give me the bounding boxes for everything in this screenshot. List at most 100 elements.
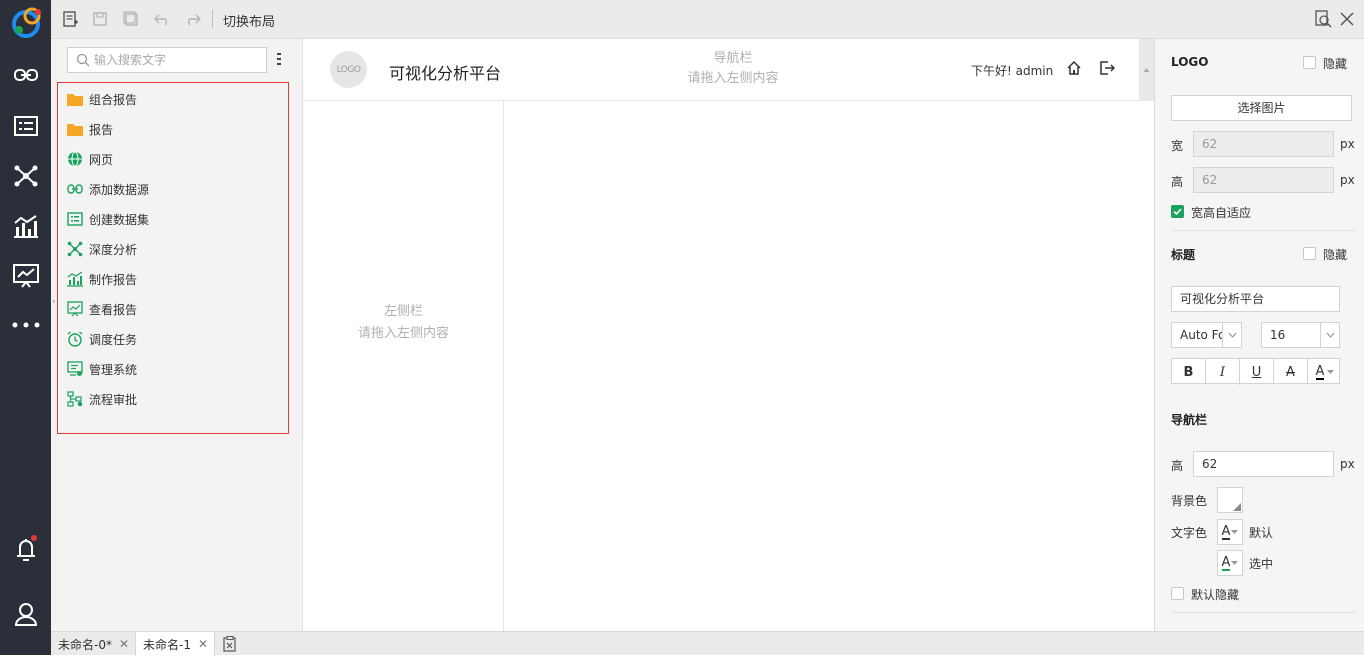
notification-bell-icon[interactable] <box>0 529 51 569</box>
section-divider <box>1171 612 1356 613</box>
tree-item-webpage[interactable]: 网页 <box>67 149 113 169</box>
logo-width-input[interactable]: 62 <box>1193 131 1334 157</box>
make-report-icon[interactable] <box>0 206 51 246</box>
redo-icon[interactable] <box>184 10 202 28</box>
app-logo-icon[interactable] <box>0 2 51 42</box>
select-image-button[interactable]: 选择图片 <box>1171 95 1352 121</box>
left-hint-title: 左侧栏 <box>383 304 423 319</box>
logo-hide-label: 隐藏 <box>1323 57 1348 71</box>
canvas-scrollbar[interactable] <box>1139 39 1154 101</box>
tab-close-icon[interactable]: ✕ <box>119 637 129 651</box>
toolbar-divider <box>212 10 213 28</box>
tree-item-make-report[interactable]: 制作报告 <box>67 269 137 289</box>
more-icon[interactable] <box>0 305 51 345</box>
logo-height-input[interactable]: 62 <box>1193 167 1334 193</box>
tree-item-combined-report[interactable]: 组合报告 <box>67 89 137 109</box>
nav-hint-title: 导航栏 <box>713 51 753 66</box>
home-icon[interactable] <box>1066 60 1082 79</box>
save-icon[interactable] <box>91 10 109 28</box>
datasource-link-icon[interactable] <box>0 55 51 95</box>
tree-item-deep-analysis[interactable]: 深度分析 <box>67 239 137 259</box>
tree-item-admin-system[interactable]: 管理系统 <box>67 359 137 379</box>
chevron-down-icon[interactable] <box>1320 323 1339 347</box>
tree-item-label: 流程审批 <box>89 392 138 407</box>
nav-height-unit: px <box>1340 457 1355 471</box>
auto-fit-label: 宽高自适应 <box>1191 206 1252 220</box>
title-hide-checkbox[interactable] <box>1303 247 1316 260</box>
tree-item-add-datasource[interactable]: 添加数据源 <box>67 179 149 199</box>
tree-item-label: 网页 <box>89 152 114 167</box>
title-text-input[interactable]: 可视化分析平台 <box>1171 286 1340 312</box>
logo-hide-checkbox[interactable] <box>1303 56 1316 69</box>
font-color-glyph: A <box>1315 363 1325 380</box>
selected-color-glyph: A <box>1221 554 1231 571</box>
text-color-glyph: A <box>1221 523 1231 540</box>
caret-down-icon <box>1231 529 1239 534</box>
bg-color-picker[interactable] <box>1217 487 1243 513</box>
close-icon[interactable] <box>1338 10 1356 28</box>
selected-color-picker[interactable]: A <box>1217 550 1243 576</box>
document-tab-bar: 未命名-0* ✕ 未命名-1 ✕ <box>51 631 1364 656</box>
tree-item-label: 制作报告 <box>89 272 138 287</box>
width-label: 宽 <box>1171 139 1184 153</box>
nav-bar-region[interactable]: LOGO 可视化分析平台 导航栏 请拖入左侧内容 下午好! admin <box>303 39 1139 101</box>
tab-untitled-0[interactable]: 未命名-0* ✕ <box>51 632 134 656</box>
nav-height-label: 高 <box>1171 459 1184 473</box>
search-input[interactable] <box>94 51 262 69</box>
new-tab-icon[interactable] <box>222 636 238 655</box>
tab-label: 未命名-1 <box>143 637 191 652</box>
tree-item-workflow-approval[interactable]: 流程审批 <box>67 389 137 409</box>
admin-icon <box>67 361 83 377</box>
checkmark-icon <box>1173 208 1182 216</box>
caret-down-icon <box>1327 369 1335 374</box>
panel-collapse-handle[interactable]: › <box>52 295 58 309</box>
nav-height-input[interactable]: 62 <box>1193 451 1334 477</box>
logout-icon[interactable] <box>1099 60 1116 79</box>
tab-untitled-1[interactable]: 未命名-1 ✕ <box>135 632 215 656</box>
logo-placeholder[interactable]: LOGO <box>330 51 367 88</box>
tree-item-schedule-task[interactable]: 调度任务 <box>67 329 137 349</box>
tab-close-icon[interactable]: ✕ <box>198 637 208 651</box>
tree-item-label: 管理系统 <box>89 362 138 377</box>
text-format-group: B I U A A <box>1171 358 1342 385</box>
dataset-icon <box>67 211 83 227</box>
strikethrough-button[interactable]: A <box>1274 359 1308 385</box>
tree-item-report[interactable]: 报告 <box>67 119 113 139</box>
new-document-icon[interactable] <box>61 10 79 28</box>
italic-button[interactable]: I <box>1206 359 1240 385</box>
deep-analysis-icon[interactable] <box>0 156 51 196</box>
undo-icon[interactable] <box>153 10 171 28</box>
underline-button[interactable]: U <box>1240 359 1274 385</box>
view-report-icon[interactable] <box>0 256 51 296</box>
save-as-icon[interactable] <box>122 10 140 28</box>
left-drop-hint: 左侧栏 请拖入左侧内容 <box>303 301 504 345</box>
title-hide-label: 隐藏 <box>1323 248 1348 262</box>
font-size-value: 16 <box>1270 328 1286 342</box>
switch-layout-button[interactable]: 切换布局 <box>223 11 275 30</box>
text-color-picker[interactable]: A <box>1217 519 1243 545</box>
user-profile-icon[interactable] <box>0 594 51 634</box>
left-sidebar-region[interactable]: 左侧栏 请拖入左侧内容 <box>303 101 504 631</box>
more-menu-icon[interactable] <box>274 51 284 69</box>
globe-icon <box>67 151 83 167</box>
auto-fit-checkbox[interactable] <box>1171 205 1184 218</box>
font-color-button[interactable]: A <box>1308 359 1342 385</box>
left-hint-subtitle: 请拖入左侧内容 <box>357 326 449 341</box>
dataset-icon[interactable] <box>0 106 51 146</box>
logo-section-title: LOGO <box>1171 55 1209 69</box>
chevron-down-icon[interactable] <box>1222 323 1241 347</box>
default-hide-checkbox[interactable] <box>1171 587 1184 600</box>
preview-icon[interactable] <box>1314 10 1332 28</box>
search-box <box>67 47 267 73</box>
folder-icon <box>67 91 83 107</box>
resource-tree: 组合报告 报告 网页 添加数据源 创建数据集 深度分析 制作报告 查看报告 调度… <box>57 82 289 434</box>
tree-item-label: 深度分析 <box>89 242 138 257</box>
site-title[interactable]: 可视化分析平台 <box>389 60 501 84</box>
bold-button[interactable]: B <box>1172 359 1206 385</box>
height-unit: px <box>1340 173 1355 187</box>
properties-panel: LOGO 隐藏 选择图片 宽 62 px 高 62 px 宽高自适应 标题 隐藏… <box>1154 39 1364 631</box>
tree-item-view-report[interactable]: 查看报告 <box>67 299 137 319</box>
tree-item-label: 调度任务 <box>89 332 138 347</box>
user-greeting: 下午好! admin <box>971 64 1054 78</box>
tree-item-create-dataset[interactable]: 创建数据集 <box>67 209 149 229</box>
